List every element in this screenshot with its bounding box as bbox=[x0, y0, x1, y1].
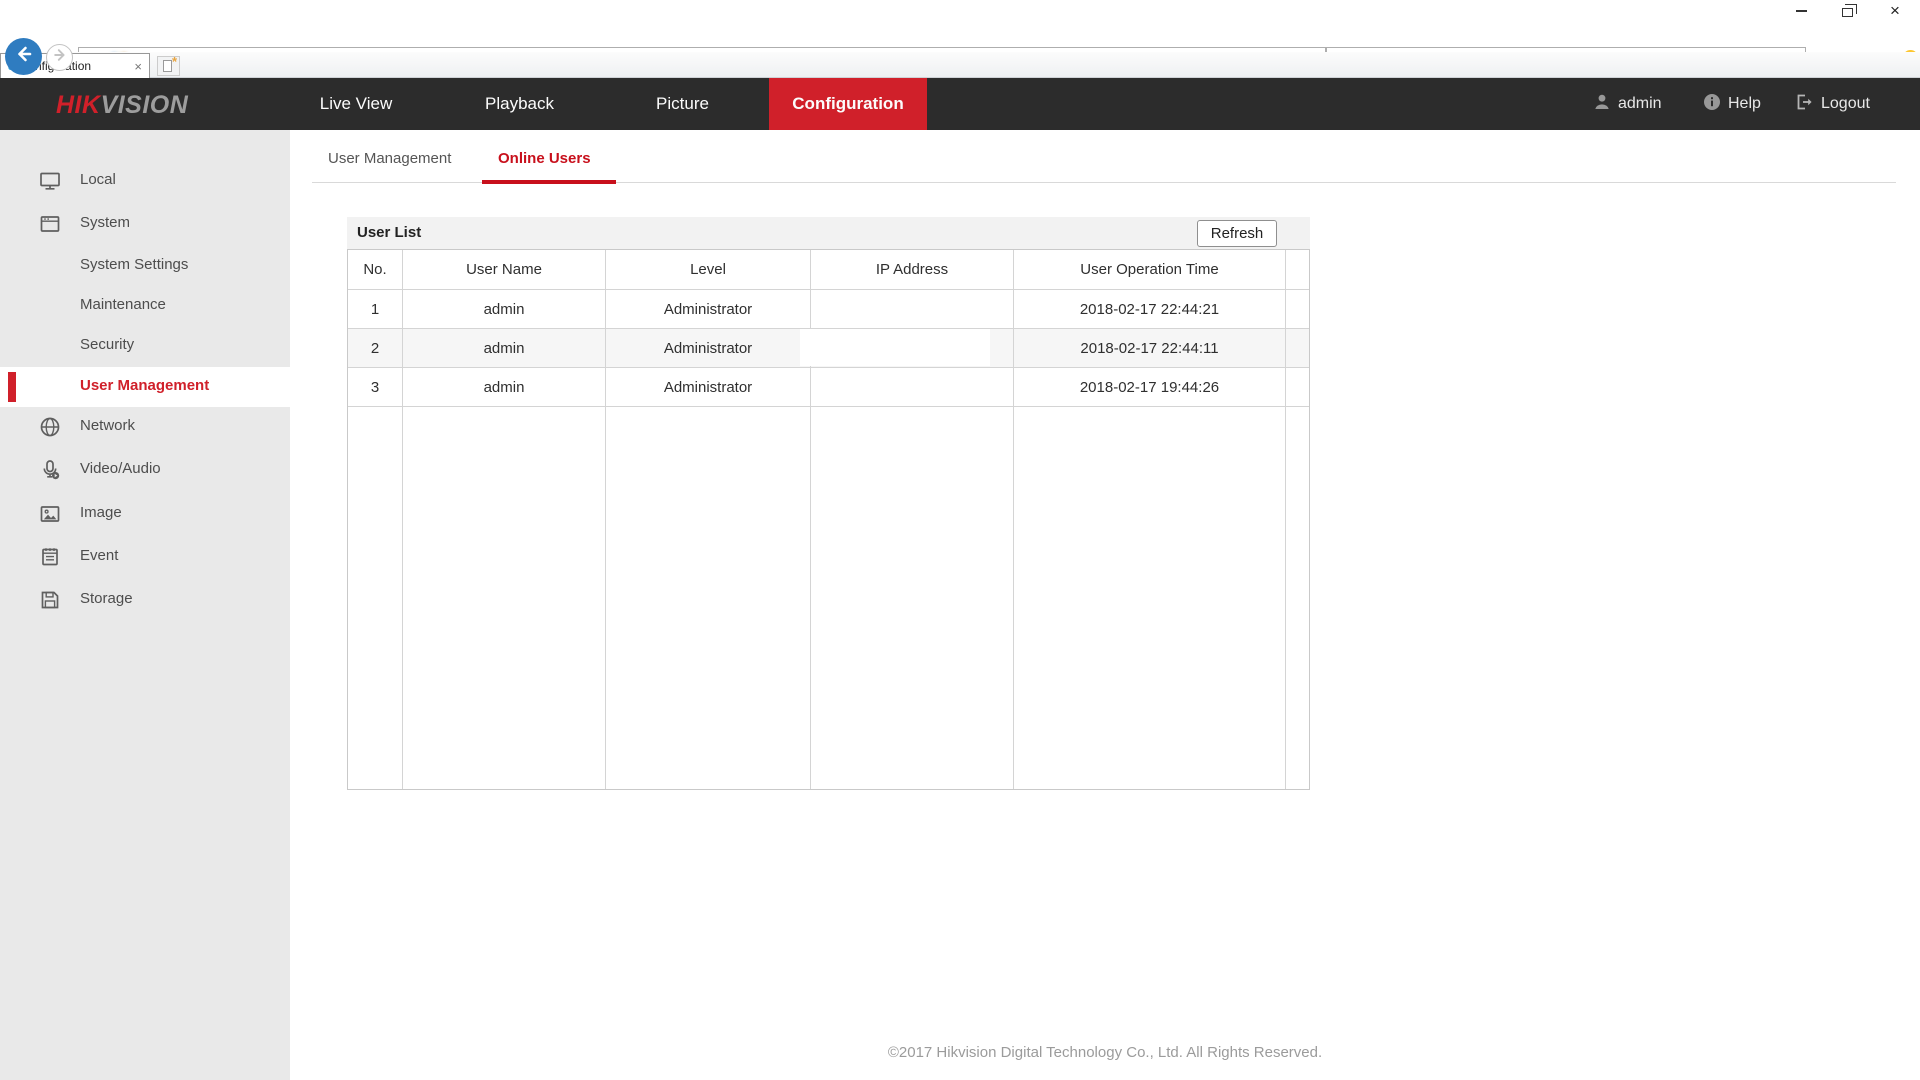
column-header-level: Level bbox=[606, 250, 811, 290]
microphone-icon bbox=[38, 458, 62, 482]
sidebar-item-label: Image bbox=[80, 504, 122, 521]
refresh-button[interactable]: Refresh bbox=[1197, 220, 1277, 247]
tab-online-users[interactable]: Online Users bbox=[498, 150, 591, 180]
sidebar-item-label: Local bbox=[80, 171, 116, 188]
event-icon bbox=[38, 545, 62, 569]
cell-no: 1 bbox=[348, 290, 403, 329]
username-label: admin bbox=[1618, 95, 1662, 113]
cell-operation-time: 2018-02-17 22:44:21 bbox=[1014, 290, 1286, 329]
restore-icon[interactable] bbox=[1834, 2, 1860, 20]
cell-no: 3 bbox=[348, 368, 403, 407]
sidebar-item-label: Video/Audio bbox=[80, 460, 161, 477]
sidebar-item-user-management[interactable]: User Management bbox=[0, 367, 290, 407]
sidebar-item-label: Security bbox=[80, 336, 134, 353]
sidebar-item-security[interactable]: Security bbox=[0, 326, 290, 366]
sidebar-item-network[interactable]: Network bbox=[0, 407, 290, 447]
cell-ip-address bbox=[811, 290, 1014, 329]
sidebar-item-video-audio[interactable]: Video/Audio bbox=[0, 450, 290, 490]
storage-icon bbox=[38, 588, 62, 612]
help-icon bbox=[1703, 93, 1721, 116]
minimize-icon[interactable] bbox=[1788, 2, 1814, 20]
sidebar-item-label: Network bbox=[80, 417, 135, 434]
back-button[interactable] bbox=[5, 38, 42, 75]
globe-icon bbox=[38, 415, 62, 439]
cell-level: Administrator bbox=[606, 368, 811, 407]
tab-user-management[interactable]: User Management bbox=[328, 150, 451, 180]
column-header-spacer bbox=[1286, 250, 1309, 290]
browser-toolbar: ▼ ↻ ▼ ⌂ ☆ ⚙ bbox=[0, 22, 1920, 52]
sidebar-item-label: System Settings bbox=[80, 256, 188, 273]
cell-user-name: admin bbox=[403, 368, 606, 407]
panel-title: User List bbox=[357, 224, 421, 241]
nav-picture[interactable]: Picture bbox=[615, 78, 750, 130]
tab-strip bbox=[0, 52, 1920, 78]
cell-level: Administrator bbox=[606, 290, 811, 329]
cell-no: 2 bbox=[348, 329, 403, 368]
cell-spacer bbox=[1286, 368, 1309, 407]
monitor-icon bbox=[38, 169, 62, 193]
cell-spacer bbox=[1286, 329, 1309, 368]
cell-user-name: admin bbox=[403, 329, 606, 368]
logout-button[interactable]: Logout bbox=[1795, 78, 1870, 130]
back-arrow-icon bbox=[14, 44, 34, 69]
sidebar-item-label: Maintenance bbox=[80, 296, 166, 313]
sidebar-item-event[interactable]: Event bbox=[0, 537, 290, 577]
logout-label: Logout bbox=[1821, 95, 1870, 113]
nav-live-view[interactable]: Live View bbox=[290, 78, 422, 130]
sidebar-item-label: System bbox=[80, 214, 130, 231]
sidebar-item-label: User Management bbox=[80, 377, 209, 394]
cell-operation-time: 2018-02-17 22:44:11 bbox=[1014, 329, 1286, 368]
column-header-no: No. bbox=[348, 250, 403, 290]
sidebar-item-image[interactable]: Image bbox=[0, 494, 290, 534]
forward-button[interactable] bbox=[46, 44, 73, 71]
sidebar-item-system[interactable]: System bbox=[0, 204, 290, 244]
cell-spacer bbox=[1286, 290, 1309, 329]
sidebar-item-label: Storage bbox=[80, 590, 133, 607]
new-tab-button[interactable]: * bbox=[157, 56, 180, 76]
sidebar-item-maintenance[interactable]: Maintenance bbox=[0, 286, 290, 326]
cell-level: Administrator bbox=[606, 329, 811, 368]
column-header-user-name: User Name bbox=[403, 250, 606, 290]
close-icon[interactable]: × bbox=[1882, 2, 1908, 20]
sidebar-item-label: Event bbox=[80, 547, 118, 564]
help-label: Help bbox=[1728, 95, 1761, 113]
new-tab-star-icon: * bbox=[172, 54, 177, 69]
user-indicator: admin bbox=[1593, 78, 1662, 130]
sidebar-item-storage[interactable]: Storage bbox=[0, 580, 290, 620]
cell-operation-time: 2018-02-17 19:44:26 bbox=[1014, 368, 1286, 407]
active-tab-underline bbox=[482, 180, 616, 184]
image-icon bbox=[38, 502, 62, 526]
system-window-icon bbox=[38, 212, 62, 236]
cell-user-name: admin bbox=[403, 290, 606, 329]
new-tab-page-icon bbox=[163, 60, 172, 72]
site-navbar: HIKVISION Live View Playback Picture Con… bbox=[0, 78, 1920, 130]
tab-close-icon[interactable]: × bbox=[134, 59, 142, 74]
help-button[interactable]: Help bbox=[1703, 78, 1761, 130]
column-header-ip-address: IP Address bbox=[811, 250, 1014, 290]
cell-ip-address bbox=[811, 368, 1014, 407]
window-titlebar: × bbox=[0, 0, 1920, 22]
forward-arrow-icon bbox=[52, 47, 68, 68]
sidebar-item-local[interactable]: Local bbox=[0, 161, 290, 201]
active-indicator-bar bbox=[8, 372, 16, 402]
user-icon bbox=[1593, 93, 1611, 115]
sidebar-item-system-settings[interactable]: System Settings bbox=[0, 246, 290, 286]
ip-redaction-patch bbox=[800, 329, 990, 366]
copyright-footer: ©2017 Hikvision Digital Technology Co., … bbox=[290, 1044, 1920, 1061]
sidebar: Local System System Settings Maintenance… bbox=[0, 130, 290, 1080]
nav-configuration[interactable]: Configuration bbox=[769, 78, 927, 130]
user-list-panel-header: User List Refresh bbox=[347, 217, 1310, 249]
hikvision-logo: HIKVISION bbox=[56, 91, 188, 120]
nav-playback[interactable]: Playback bbox=[452, 78, 587, 130]
column-header-operation-time: User Operation Time bbox=[1014, 250, 1286, 290]
logout-icon bbox=[1795, 93, 1814, 116]
browser-window: × ▼ ↻ ▼ ⌂ bbox=[0, 0, 1920, 1080]
